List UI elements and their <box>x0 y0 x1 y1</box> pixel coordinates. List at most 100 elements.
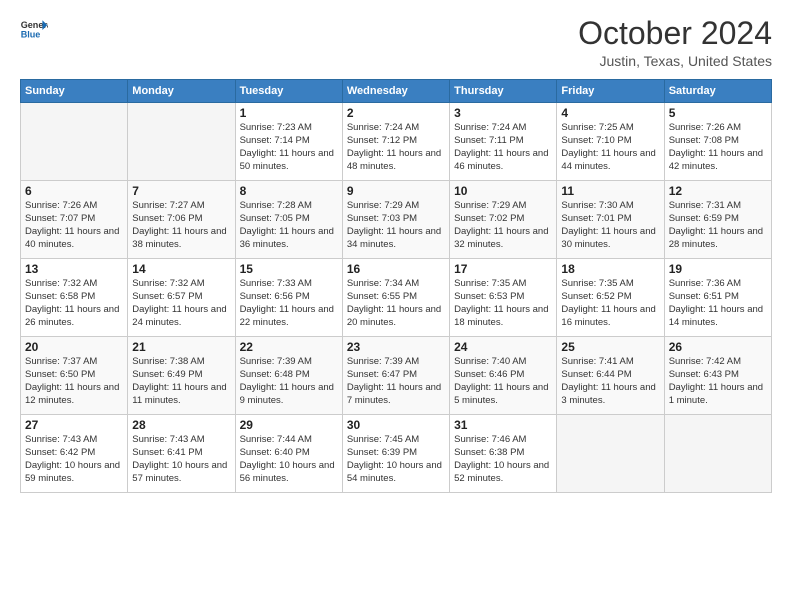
day-number: 10 <box>454 184 552 198</box>
calendar-cell: 30Sunrise: 7:45 AM Sunset: 6:39 PM Dayli… <box>342 415 449 493</box>
day-number: 20 <box>25 340 123 354</box>
day-info: Sunrise: 7:26 AM Sunset: 7:08 PM Dayligh… <box>669 122 767 173</box>
calendar-cell: 29 Sunrise: 7:44 AM Sunset: 6:40 PM Dayli… <box>235 415 342 493</box>
day-number: 5 <box>669 106 767 120</box>
day-info: Sunrise: 7:26 AM Sunset: 7:07 PM Dayligh… <box>25 200 123 251</box>
calendar-cell: 3Sunrise: 7:24 AM Sunset: 7:11 PM Daylig… <box>450 103 557 181</box>
calendar-cell: 13 Sunrise: 7:32 AM Sunset: 6:58 PM Dayli… <box>21 259 128 337</box>
calendar-cell: 8 Sunrise: 7:28 AM Sunset: 7:05 PM Daylig… <box>235 181 342 259</box>
day-number: 31 <box>454 418 552 432</box>
day-info: Sunrise: 7:29 AM Sunset: 7:03 PM Dayligh… <box>347 200 445 251</box>
svg-text:Blue: Blue <box>21 30 41 40</box>
day-info: Sunrise: 7:44 AM Sunset: 6:40 PM Dayligh… <box>240 434 338 485</box>
day-info: Sunrise: 7:29 AM Sunset: 7:02 PM Dayligh… <box>454 200 552 251</box>
day-number: 23 <box>347 340 445 354</box>
day-number: 25 <box>561 340 659 354</box>
logo-icon: GeneralBlue <box>20 16 48 44</box>
day-info: Sunrise: 7:35 AM Sunset: 6:53 PM Dayligh… <box>454 278 552 329</box>
day-info: Sunrise: 7:32 AM Sunset: 6:58 PM Dayligh… <box>25 278 123 329</box>
day-number: 11 <box>561 184 659 198</box>
day-number: 18 <box>561 262 659 276</box>
calendar-cell <box>128 103 235 181</box>
weekday-header-sunday: Sunday <box>21 80 128 103</box>
day-number: 6 <box>25 184 123 198</box>
calendar-cell: 4 Sunrise: 7:25 AM Sunset: 7:10 PM Daylig… <box>557 103 664 181</box>
calendar-cell: 28 Sunrise: 7:43 AM Sunset: 6:41 PM Dayli… <box>128 415 235 493</box>
day-number: 29 <box>240 418 338 432</box>
calendar-title: October 2024 <box>578 16 772 51</box>
day-info: Sunrise: 7:45 AM Sunset: 6:39 PM Dayligh… <box>347 434 445 485</box>
day-number: 13 <box>25 262 123 276</box>
day-info: Sunrise: 7:46 AM Sunset: 6:38 PM Dayligh… <box>454 434 552 485</box>
calendar-cell: 22Sunrise: 7:39 AM Sunset: 6:48 PM Dayli… <box>235 337 342 415</box>
day-info: Sunrise: 7:27 AM Sunset: 7:06 PM Dayligh… <box>132 200 230 251</box>
weekday-header-friday: Friday <box>557 80 664 103</box>
calendar-cell: 14Sunrise: 7:32 AM Sunset: 6:57 PM Dayli… <box>128 259 235 337</box>
day-number: 7 <box>132 184 230 198</box>
day-info: Sunrise: 7:31 AM Sunset: 6:59 PM Dayligh… <box>669 200 767 251</box>
calendar-cell: 2Sunrise: 7:24 AM Sunset: 7:12 PM Daylig… <box>342 103 449 181</box>
day-info: Sunrise: 7:40 AM Sunset: 6:46 PM Dayligh… <box>454 356 552 407</box>
calendar-cell <box>664 415 771 493</box>
calendar-cell: 19Sunrise: 7:36 AM Sunset: 6:51 PM Dayli… <box>664 259 771 337</box>
calendar-cell: 10 Sunrise: 7:29 AM Sunset: 7:02 PM Dayli… <box>450 181 557 259</box>
day-number: 28 <box>132 418 230 432</box>
day-info: Sunrise: 7:32 AM Sunset: 6:57 PM Dayligh… <box>132 278 230 329</box>
weekday-header-saturday: Saturday <box>664 80 771 103</box>
calendar-cell: 31 Sunrise: 7:46 AM Sunset: 6:38 PM Dayli… <box>450 415 557 493</box>
weekday-header-monday: Monday <box>128 80 235 103</box>
day-number: 24 <box>454 340 552 354</box>
title-block: October 2024 Justin, Texas, United State… <box>578 16 772 69</box>
calendar-week-row: 20 Sunrise: 7:37 AM Sunset: 6:50 PM Dayli… <box>21 337 772 415</box>
day-number: 17 <box>454 262 552 276</box>
calendar-cell: 26Sunrise: 7:42 AM Sunset: 6:43 PM Dayli… <box>664 337 771 415</box>
calendar-cell: 20 Sunrise: 7:37 AM Sunset: 6:50 PM Dayli… <box>21 337 128 415</box>
calendar-cell: 23 Sunrise: 7:39 AM Sunset: 6:47 PM Dayli… <box>342 337 449 415</box>
day-info: Sunrise: 7:24 AM Sunset: 7:11 PM Dayligh… <box>454 122 552 173</box>
day-info: Sunrise: 7:23 AM Sunset: 7:14 PM Dayligh… <box>240 122 338 173</box>
calendar-cell: 18Sunrise: 7:35 AM Sunset: 6:52 PM Dayli… <box>557 259 664 337</box>
day-number: 8 <box>240 184 338 198</box>
calendar-cell: 15 Sunrise: 7:33 AM Sunset: 6:56 PM Dayli… <box>235 259 342 337</box>
logo: GeneralBlue General Blue <box>20 16 48 44</box>
day-number: 1 <box>240 106 338 120</box>
page: GeneralBlue General Blue October 2024 Ju… <box>0 0 792 612</box>
day-info: Sunrise: 7:43 AM Sunset: 6:42 PM Dayligh… <box>25 434 123 485</box>
calendar-cell: 9 Sunrise: 7:29 AM Sunset: 7:03 PM Daylig… <box>342 181 449 259</box>
day-number: 27 <box>25 418 123 432</box>
calendar-cell <box>21 103 128 181</box>
calendar-cell: 5 Sunrise: 7:26 AM Sunset: 7:08 PM Daylig… <box>664 103 771 181</box>
calendar-cell: 7 Sunrise: 7:27 AM Sunset: 7:06 PM Daylig… <box>128 181 235 259</box>
day-info: Sunrise: 7:33 AM Sunset: 6:56 PM Dayligh… <box>240 278 338 329</box>
calendar-cell: 16Sunrise: 7:34 AM Sunset: 6:55 PM Dayli… <box>342 259 449 337</box>
calendar-cell: 27 Sunrise: 7:43 AM Sunset: 6:42 PM Dayli… <box>21 415 128 493</box>
day-number: 12 <box>669 184 767 198</box>
calendar-cell: 12 Sunrise: 7:31 AM Sunset: 6:59 PM Dayli… <box>664 181 771 259</box>
calendar-cell: 6 Sunrise: 7:26 AM Sunset: 7:07 PM Daylig… <box>21 181 128 259</box>
calendar-table: SundayMondayTuesdayWednesdayThursdayFrid… <box>20 79 772 493</box>
calendar-week-row: 27 Sunrise: 7:43 AM Sunset: 6:42 PM Dayli… <box>21 415 772 493</box>
day-info: Sunrise: 7:39 AM Sunset: 6:47 PM Dayligh… <box>347 356 445 407</box>
day-number: 16 <box>347 262 445 276</box>
day-info: Sunrise: 7:43 AM Sunset: 6:41 PM Dayligh… <box>132 434 230 485</box>
calendar-cell: 1 Sunrise: 7:23 AM Sunset: 7:14 PM Daylig… <box>235 103 342 181</box>
day-info: Sunrise: 7:39 AM Sunset: 6:48 PM Dayligh… <box>240 356 338 407</box>
day-info: Sunrise: 7:28 AM Sunset: 7:05 PM Dayligh… <box>240 200 338 251</box>
calendar-week-row: 1 Sunrise: 7:23 AM Sunset: 7:14 PM Daylig… <box>21 103 772 181</box>
day-info: Sunrise: 7:41 AM Sunset: 6:44 PM Dayligh… <box>561 356 659 407</box>
day-info: Sunrise: 7:38 AM Sunset: 6:49 PM Dayligh… <box>132 356 230 407</box>
weekday-header-row: SundayMondayTuesdayWednesdayThursdayFrid… <box>21 80 772 103</box>
day-number: 15 <box>240 262 338 276</box>
calendar-cell: 24 Sunrise: 7:40 AM Sunset: 6:46 PM Dayli… <box>450 337 557 415</box>
day-info: Sunrise: 7:42 AM Sunset: 6:43 PM Dayligh… <box>669 356 767 407</box>
day-number: 4 <box>561 106 659 120</box>
weekday-header-tuesday: Tuesday <box>235 80 342 103</box>
day-info: Sunrise: 7:37 AM Sunset: 6:50 PM Dayligh… <box>25 356 123 407</box>
day-number: 2 <box>347 106 445 120</box>
day-info: Sunrise: 7:25 AM Sunset: 7:10 PM Dayligh… <box>561 122 659 173</box>
day-number: 9 <box>347 184 445 198</box>
day-info: Sunrise: 7:36 AM Sunset: 6:51 PM Dayligh… <box>669 278 767 329</box>
calendar-week-row: 13 Sunrise: 7:32 AM Sunset: 6:58 PM Dayli… <box>21 259 772 337</box>
calendar-week-row: 6 Sunrise: 7:26 AM Sunset: 7:07 PM Daylig… <box>21 181 772 259</box>
calendar-cell: 11Sunrise: 7:30 AM Sunset: 7:01 PM Dayli… <box>557 181 664 259</box>
